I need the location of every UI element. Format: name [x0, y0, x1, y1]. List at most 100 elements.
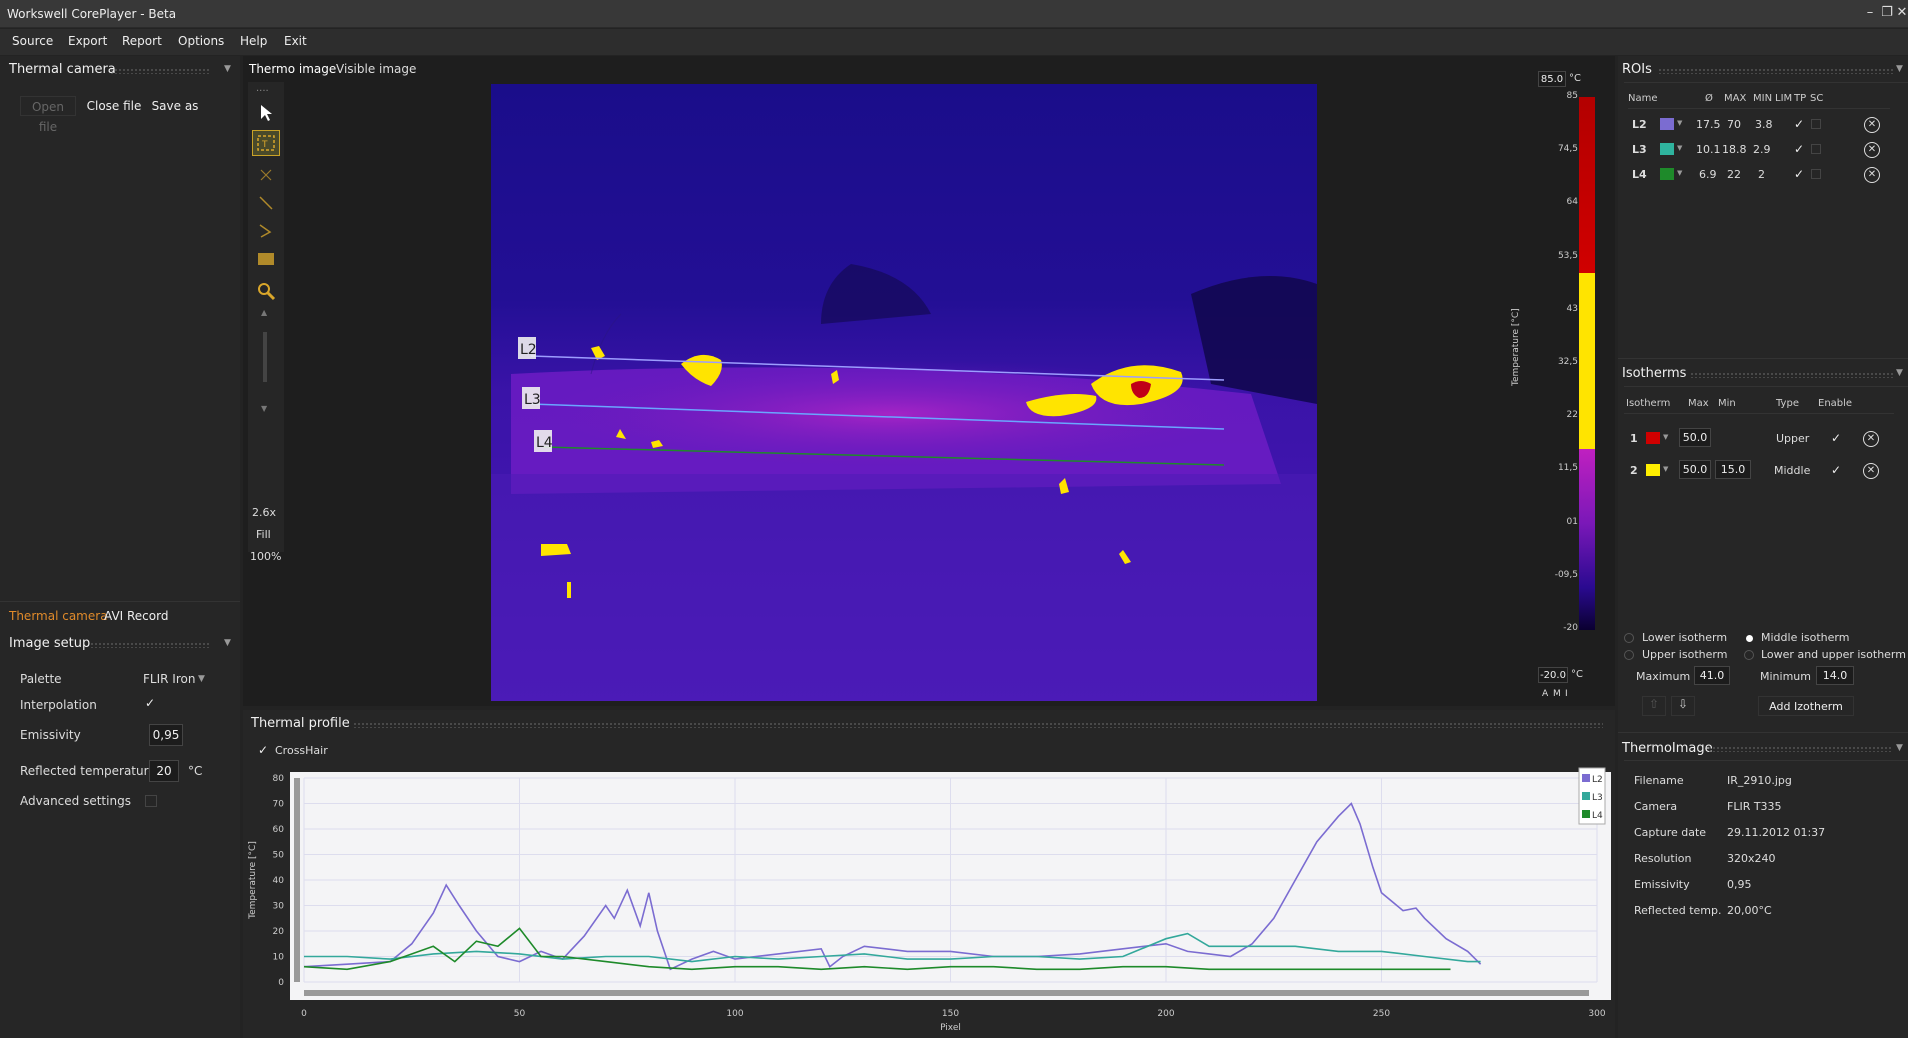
radio-upper-isotherm-label: Upper isotherm — [1642, 648, 1728, 661]
collapse-icon[interactable]: ▼ — [1896, 743, 1903, 753]
pointer-icon[interactable] — [252, 100, 280, 126]
scale-min-input[interactable]: -20.0 — [1538, 667, 1568, 683]
roi-tp-checkbox[interactable]: ✓ — [1794, 167, 1804, 181]
remove-isotherm-icon[interactable]: ✕ — [1863, 463, 1879, 479]
roi-tp-checkbox[interactable]: ✓ — [1794, 142, 1804, 156]
remove-isotherm-icon[interactable]: ✕ — [1863, 431, 1879, 447]
scale-mode-auto[interactable]: A — [1542, 689, 1548, 699]
minimize-icon[interactable]: – — [1862, 5, 1878, 21]
horizontal-scrollbar[interactable] — [304, 990, 1589, 996]
thermal-profile-title: Thermal profile — [251, 716, 350, 731]
arrow-down-icon[interactable]: ⇩ — [1671, 696, 1695, 716]
collapse-icon[interactable]: ▼ — [224, 64, 231, 74]
remove-roi-icon[interactable]: ✕ — [1864, 142, 1880, 158]
save-as-button[interactable]: Save as — [150, 96, 200, 116]
radio-lower-upper-isotherm[interactable] — [1744, 650, 1754, 660]
zoom-level: 2.6x — [252, 506, 277, 519]
menu-export[interactable]: Export — [68, 34, 107, 48]
menu-help[interactable]: Help — [240, 34, 267, 48]
roi-row[interactable]: L2 ▼ 17.5 70 3.8 ✓ ✕ — [1618, 114, 1908, 136]
isotherm-min-input[interactable]: 15.0 — [1715, 460, 1751, 479]
roi-sc-checkbox[interactable] — [1811, 119, 1821, 129]
chevron-down-icon[interactable]: ▼ — [1663, 433, 1668, 441]
reflected-temperature-label: Reflected temperature — [20, 764, 156, 778]
interpolation-checkbox[interactable]: ✓ — [145, 696, 155, 710]
palette-label: Palette — [20, 672, 62, 686]
close-window-icon[interactable]: ✕ — [1894, 5, 1908, 21]
reflected-temperature-input[interactable]: 20 — [149, 760, 179, 782]
isotherm-row[interactable]: 1 ▼ 50.0 Upper ✓ ✕ — [1618, 428, 1908, 450]
zoom-slider[interactable]: ▲ ▼ — [261, 304, 271, 444]
chevron-down-icon[interactable]: ▼ — [198, 674, 205, 684]
isotherm-number: 1 — [1630, 432, 1638, 445]
roi-row[interactable]: L4 ▼ 6.9 22 2 ✓ ✕ — [1618, 164, 1908, 186]
chevron-down-icon[interactable]: ▼ — [1663, 465, 1668, 473]
roi-row[interactable]: L3 ▼ 10.1 18.8 2.9 ✓ ✕ — [1618, 139, 1908, 161]
rectangle-tool-icon[interactable] — [252, 246, 280, 272]
isotherm-color-swatch[interactable] — [1646, 432, 1660, 444]
isotherm-row[interactable]: 2 ▼ 50.0 15.0 Middle ✓ ✕ — [1618, 460, 1908, 482]
fill-button[interactable]: Fill — [256, 528, 271, 541]
tab-visible-image[interactable]: Visible image — [336, 62, 416, 76]
menu-source[interactable]: Source — [12, 34, 53, 48]
isotherm-type[interactable]: Upper — [1776, 432, 1809, 445]
roi-sc-checkbox[interactable] — [1811, 169, 1821, 179]
arrow-up-icon[interactable]: ⇧ — [1642, 696, 1666, 716]
advanced-settings-checkbox[interactable] — [145, 795, 157, 807]
tab-thermo-image[interactable]: Thermo image — [249, 62, 336, 76]
roi-sc-checkbox[interactable] — [1811, 144, 1821, 154]
roi-tp-checkbox[interactable]: ✓ — [1794, 117, 1804, 131]
isotherm-color-swatch[interactable] — [1646, 464, 1660, 476]
isotherm-enable-checkbox[interactable]: ✓ — [1831, 463, 1841, 477]
scale-max-input[interactable]: 85.0 — [1538, 71, 1566, 87]
tab-thermal-camera[interactable]: Thermal camera — [9, 609, 108, 623]
isotherm-enable-checkbox[interactable]: ✓ — [1831, 431, 1841, 445]
scale-axis-label: Temperature [°C] — [1511, 308, 1521, 386]
roi-color-swatch[interactable] — [1660, 168, 1674, 180]
collapse-icon[interactable]: ▼ — [1896, 64, 1903, 74]
scale-mode-manual[interactable]: M — [1553, 689, 1561, 699]
close-file-button[interactable]: Close file — [84, 96, 144, 116]
line-tool-icon[interactable] — [252, 190, 280, 216]
isotherm-type[interactable]: Middle — [1774, 464, 1810, 477]
chevron-down-icon[interactable]: ▼ — [1677, 144, 1682, 152]
profile-chart[interactable]: 0 10 20 30 40 50 60 70 80 0 50 100 150 200 250 300 Pixel… — [243, 760, 1613, 1038]
point-tool-icon[interactable] — [252, 162, 280, 188]
remove-roi-icon[interactable]: ✕ — [1864, 117, 1880, 133]
roi-color-swatch[interactable] — [1660, 143, 1674, 155]
vertical-scrollbar[interactable] — [294, 778, 300, 982]
polyline-tool-icon[interactable] — [252, 218, 280, 244]
isotherm-max-input[interactable]: 50.0 — [1679, 428, 1711, 447]
menu-report[interactable]: Report — [122, 34, 162, 48]
roi-color-swatch[interactable] — [1660, 118, 1674, 130]
restore-icon[interactable]: ❐ — [1879, 5, 1895, 21]
radio-lower-isotherm[interactable] — [1624, 633, 1634, 643]
scale-tick-label: 64 — [1566, 197, 1578, 208]
select-region-icon[interactable]: T — [252, 130, 280, 156]
thermal-image[interactable]: L2 L3 L4 — [491, 84, 1317, 701]
radio-upper-isotherm[interactable] — [1624, 650, 1634, 660]
open-file-button[interactable]: Open file — [20, 96, 76, 134]
zoom-icon[interactable] — [252, 278, 280, 304]
isotherm-max-input[interactable]: 50.0 — [1679, 460, 1711, 479]
chevron-down-icon[interactable]: ▼ — [1677, 169, 1682, 177]
emissivity-input[interactable]: 0,95 — [149, 724, 183, 746]
palette-select[interactable]: FLIR Iron — [143, 672, 195, 686]
rois-header-min: MIN — [1753, 93, 1773, 104]
collapse-icon[interactable]: ▼ — [224, 638, 231, 648]
tab-avi-record[interactable]: AVI Record — [104, 609, 168, 623]
radio-middle-isotherm[interactable] — [1742, 631, 1756, 645]
crosshair-checkbox[interactable]: ✓ — [258, 743, 268, 757]
chevron-down-icon[interactable]: ▼ — [1677, 119, 1682, 127]
remove-roi-icon[interactable]: ✕ — [1864, 167, 1880, 183]
menu-options[interactable]: Options — [178, 34, 224, 48]
scale-mode-info[interactable]: I — [1565, 689, 1568, 699]
minimum-input[interactable]: 14.0 — [1816, 666, 1854, 685]
roi-min: 2 — [1758, 168, 1765, 181]
collapse-icon[interactable]: ▼ — [1896, 368, 1903, 378]
maximum-input[interactable]: 41.0 — [1694, 666, 1730, 685]
left-panel: Thermal camera ▼ Open file Close file Sa… — [0, 56, 240, 1038]
menu-exit[interactable]: Exit — [284, 34, 307, 48]
scale-tick-label: 85 — [1566, 91, 1578, 101]
add-isotherm-button[interactable]: Add Izotherm — [1758, 696, 1854, 716]
